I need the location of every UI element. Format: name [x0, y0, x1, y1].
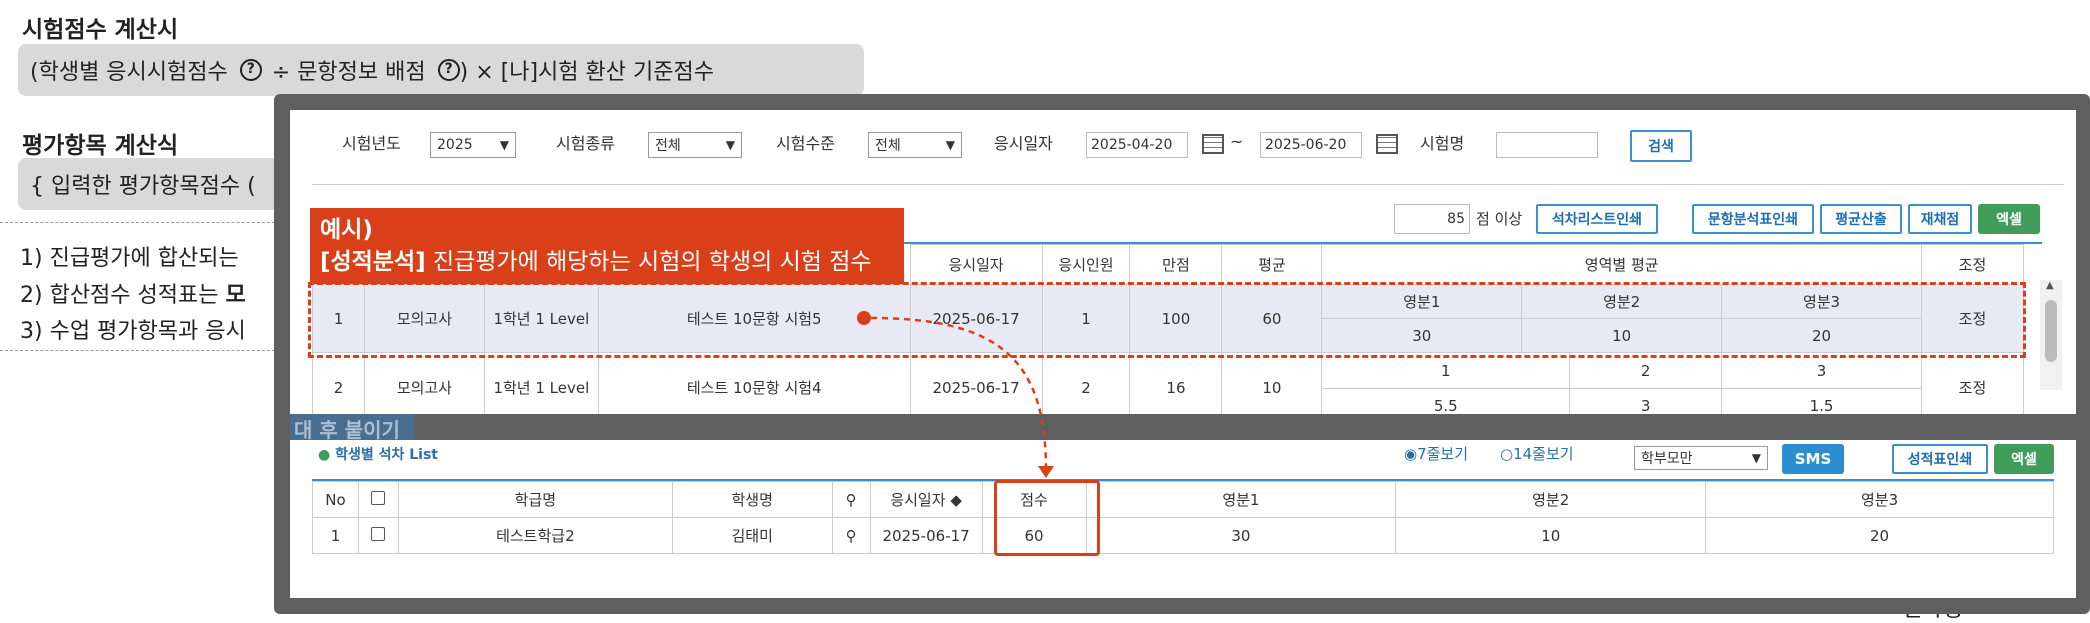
callout-arrow [857, 311, 1054, 478]
